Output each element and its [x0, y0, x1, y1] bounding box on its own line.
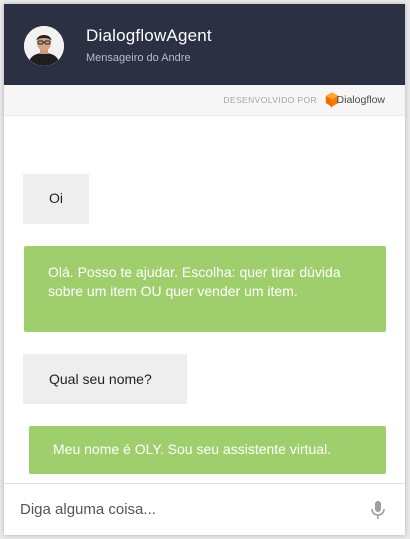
powered-by-label: DESENVOLVIDO POR — [223, 95, 317, 105]
user-message: Oi — [23, 174, 89, 224]
message-text: Meu nome é OLY. Sou seu assistente virtu… — [53, 441, 332, 457]
message-input[interactable] — [20, 498, 350, 520]
message-text: Oi — [49, 190, 63, 206]
dialogflow-brand-name: Dialogflow — [336, 94, 385, 106]
bot-message: Olá. Posso te ajudar. Escolha: quer tira… — [24, 246, 386, 332]
message-text: Olá. Posso te ajudar. Escolha: quer tira… — [48, 264, 341, 299]
chat-widget: DialogflowAgent Mensageiro do Andre DESE… — [4, 4, 405, 535]
user-message: Qual seu nome? — [23, 354, 187, 404]
message-list: Oi Olá. Posso te ajudar. Escolha: quer t… — [4, 116, 405, 482]
bot-message: Meu nome é OLY. Sou seu assistente virtu… — [29, 426, 386, 474]
message-text: Qual seu nome? — [49, 371, 152, 387]
chat-header: DialogflowAgent Mensageiro do Andre — [4, 4, 405, 85]
agent-subtitle: Mensageiro do Andre — [86, 52, 191, 64]
microphone-icon[interactable] — [369, 500, 387, 520]
agent-avatar — [24, 26, 64, 66]
message-input-bar — [4, 483, 405, 535]
agent-name: DialogflowAgent — [86, 26, 212, 45]
powered-by-bar: DESENVOLVIDO POR Dialogflow — [4, 85, 405, 116]
